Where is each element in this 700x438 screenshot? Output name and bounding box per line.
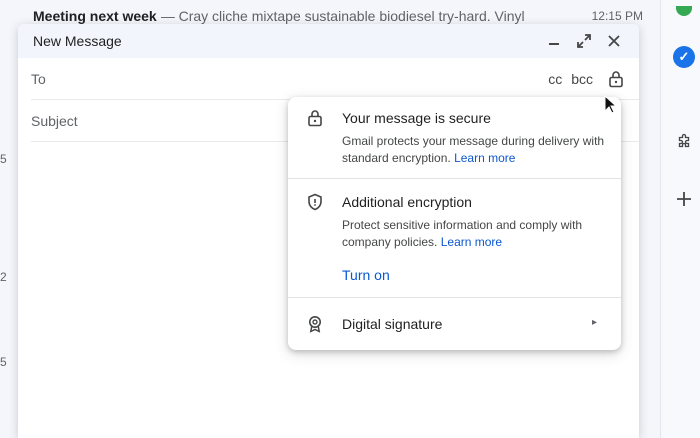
compose-title: New Message bbox=[33, 33, 122, 49]
security-popover: Your message is secure Gmail protects yo… bbox=[288, 97, 621, 350]
turn-on-button[interactable]: Turn on bbox=[342, 267, 390, 283]
compose-header[interactable]: New Message bbox=[18, 24, 639, 58]
learn-more-link[interactable]: Learn more bbox=[441, 235, 502, 249]
encryption-section: Additional encryption Protect sensitive … bbox=[288, 179, 621, 298]
to-field[interactable]: To cc bcc bbox=[31, 58, 639, 100]
expand-icon[interactable] bbox=[569, 27, 599, 55]
tasks-icon[interactable]: ✓ bbox=[673, 46, 695, 68]
lock-icon bbox=[306, 109, 324, 127]
chevron-right-icon: ▸ bbox=[591, 317, 597, 328]
shield-icon bbox=[306, 193, 324, 211]
email-time: 12:15 PM bbox=[591, 9, 643, 23]
email-snippet: — Cray cliche mixtape sustainable biodie… bbox=[160, 8, 525, 24]
to-label: To bbox=[31, 70, 46, 87]
secure-description: Gmail protects your message during deliv… bbox=[342, 133, 614, 167]
bcc-button[interactable]: bcc bbox=[571, 71, 593, 87]
secure-title: Your message is secure bbox=[342, 110, 491, 126]
lock-icon[interactable] bbox=[605, 68, 627, 90]
cc-button[interactable]: cc bbox=[548, 71, 562, 87]
digital-signature-title: Digital signature bbox=[342, 316, 443, 332]
row-marker: 5 bbox=[0, 152, 7, 166]
row-marker: 2 bbox=[0, 270, 7, 284]
encryption-description: Protect sensitive information and comply… bbox=[342, 217, 614, 251]
secure-section: Your message is secure Gmail protects yo… bbox=[288, 97, 621, 179]
minimize-icon[interactable] bbox=[539, 27, 569, 55]
addons-icon[interactable] bbox=[673, 131, 695, 153]
digital-signature-item[interactable]: Digital signature ▸ bbox=[288, 298, 621, 350]
close-icon[interactable] bbox=[599, 27, 629, 55]
add-icon[interactable] bbox=[673, 188, 695, 210]
side-rail: ✓ bbox=[660, 0, 700, 438]
badge-icon bbox=[306, 315, 324, 333]
encryption-title: Additional encryption bbox=[342, 194, 472, 210]
email-sender: Meeting next week bbox=[33, 8, 157, 24]
meet-icon[interactable] bbox=[673, 0, 695, 22]
cursor-icon bbox=[604, 95, 618, 114]
learn-more-link[interactable]: Learn more bbox=[454, 151, 515, 165]
row-marker: 5 bbox=[0, 355, 7, 369]
gmail-screen: Meeting next week — Cray cliche mixtape … bbox=[0, 0, 700, 438]
